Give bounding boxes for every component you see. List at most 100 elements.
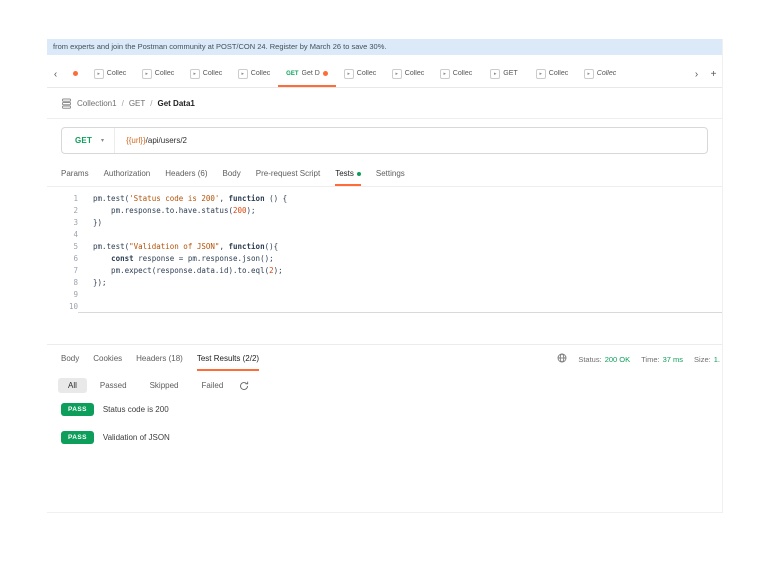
request-method-icon: ▸ — [535, 68, 546, 79]
breadcrumb: Collection1 / GET / Get Data1 — [47, 88, 722, 119]
line-number: 3 — [73, 218, 78, 227]
request-method-icon: ▸ — [141, 68, 152, 79]
tab-title: Collec — [452, 70, 473, 77]
code-line[interactable]: 10 — [47, 301, 722, 313]
response-tab[interactable]: Headers (18) — [136, 347, 183, 371]
request-method-icon: ▸ — [93, 68, 104, 79]
request-tab[interactable]: Authorization — [104, 163, 151, 186]
request-tab-label: Params — [61, 169, 89, 178]
open-request-tab[interactable]: ▸ Collec — [336, 62, 384, 87]
announcement-banner[interactable]: from experts and join the Postman commun… — [47, 39, 722, 55]
test-result-row: PASS Status code is 200 — [61, 403, 708, 416]
filter-pill[interactable]: Passed — [90, 378, 137, 393]
url-input[interactable]: {{url}}/api/users/2 — [114, 128, 707, 153]
request-method-icon: ▸ — [439, 68, 450, 79]
code-line[interactable]: 7 pm.expect(response.data.id).to.eql(2); — [47, 265, 722, 277]
postman-window: from experts and join the Postman commun… — [47, 39, 723, 513]
code-line[interactable]: 4 — [47, 229, 722, 241]
code-line[interactable]: 6 const response = pm.response.json(); — [47, 253, 722, 265]
refresh-icon[interactable] — [239, 381, 249, 391]
code-text: pm.response.to.have.status(200); — [93, 206, 256, 215]
filter-pill[interactable]: All — [58, 378, 87, 393]
response-meta-item[interactable]: Time: 37 ms — [641, 355, 683, 364]
request-tab[interactable]: Pre-request Script — [256, 163, 320, 186]
url-variable: {{url}} — [126, 136, 146, 145]
breadcrumb-separator: / — [150, 98, 153, 108]
request-tab[interactable]: Settings — [376, 163, 405, 186]
response-meta-item[interactable]: Size: 1. — [694, 355, 720, 364]
code-text: }) — [93, 218, 103, 227]
open-request-tab[interactable]: ▸ Collec — [134, 62, 182, 87]
tests-code-editor[interactable]: 1 pm.test('Status code is 200', function… — [47, 187, 722, 345]
response-tabs: Body Cookies Headers (18) Test Results (2/2… — [61, 347, 557, 371]
line-number: 9 — [73, 290, 78, 299]
request-tab-label: Pre-request Script — [255, 169, 321, 178]
code-text: pm.expect(response.data.id).to.eql(2); — [93, 266, 283, 275]
response-meta-item[interactable]: Status: 200 OK — [578, 355, 630, 364]
open-request-tabs: ▸ Collec ▸ Collec ▸ Collec ▸ Collec GET … — [64, 62, 688, 87]
line-number: 4 — [73, 230, 78, 239]
code-line[interactable]: 1 pm.test('Status code is 200', function… — [47, 193, 722, 205]
response-header: Body Cookies Headers (18) Test Results (2/2… — [47, 347, 722, 371]
request-tab[interactable]: Params — [61, 163, 89, 186]
open-request-tab[interactable]: ▸ Collec — [576, 62, 624, 87]
tests-exist-dot — [356, 171, 361, 176]
open-request-tab[interactable] — [64, 62, 86, 87]
meta-value: 1. — [713, 354, 720, 364]
open-request-tab[interactable]: ▸ Collec — [230, 62, 278, 87]
breadcrumb-request-name: Get Data1 — [157, 98, 195, 108]
breadcrumb-folder[interactable]: GET — [129, 99, 145, 108]
meta-value: 200 OK — [604, 354, 631, 364]
request-method-icon: ▸ — [343, 68, 354, 79]
unsaved-changes-dot — [72, 71, 78, 76]
open-request-tab[interactable]: ▸ Collec — [182, 62, 230, 87]
tab-title: Collec — [250, 70, 271, 77]
scroll-tabs-left-button[interactable]: ‹ — [47, 62, 64, 87]
filter-pill[interactable]: Skipped — [140, 378, 189, 393]
code-line[interactable]: 3 }) — [47, 217, 722, 229]
open-request-tab[interactable]: ▸ Collec — [528, 62, 576, 87]
line-number: 10 — [68, 302, 78, 311]
announcement-text: from experts and join the Postman commun… — [53, 42, 387, 51]
meta-label: Size: — [694, 354, 711, 364]
tab-title: Collec — [356, 70, 377, 77]
code-line[interactable]: 9 — [47, 289, 722, 301]
tab-title: Collec — [404, 70, 425, 77]
request-tab-label: Tests — [335, 169, 354, 178]
code-text: }); — [93, 278, 107, 287]
test-result-filters: All Passed Skipped Failed — [47, 378, 722, 393]
code-line[interactable]: 8 }); — [47, 277, 722, 289]
tab-title: Collec — [154, 70, 175, 77]
breadcrumb-separator: / — [121, 98, 124, 108]
request-tab[interactable]: Headers (6) — [165, 163, 207, 186]
pass-badge: PASS — [61, 431, 94, 444]
breadcrumb-collection[interactable]: Collection1 — [77, 99, 117, 108]
open-request-tab[interactable]: GET Get D — [278, 62, 336, 87]
filter-pill[interactable]: Failed — [192, 378, 234, 393]
scroll-tabs-right-button[interactable]: › — [688, 62, 705, 87]
response-tab[interactable]: Cookies — [93, 347, 122, 371]
code-line[interactable]: 5 pm.test("Validation of JSON", function… — [47, 241, 722, 253]
chevron-down-icon: ▾ — [101, 138, 105, 144]
new-tab-button[interactable]: + — [705, 62, 722, 87]
request-method-icon: ▸ — [583, 68, 594, 79]
request-tab[interactable]: Tests — [335, 163, 361, 186]
test-name: Validation of JSON — [102, 433, 170, 442]
open-request-tab[interactable]: ▸ GET — [480, 62, 528, 87]
open-request-tab[interactable]: ▸ Collec — [432, 62, 480, 87]
open-request-tab[interactable]: ▸ Collec — [86, 62, 134, 87]
tab-title: Collec — [596, 70, 617, 77]
tab-title: Collec — [548, 70, 569, 77]
tab-title: GET — [503, 70, 518, 77]
code-text: pm.test('Status code is 200', function (… — [93, 194, 288, 203]
code-line[interactable]: 2 pm.response.to.have.status(200); — [47, 205, 722, 217]
response-tab[interactable]: Body — [61, 347, 79, 371]
method-dropdown[interactable]: GET ▾ — [62, 128, 114, 153]
response-tab[interactable]: Test Results (2/2) — [196, 347, 260, 371]
request-tab[interactable]: Body — [223, 163, 241, 186]
line-number: 2 — [73, 206, 78, 215]
open-request-tab[interactable]: ▸ Collec — [384, 62, 432, 87]
